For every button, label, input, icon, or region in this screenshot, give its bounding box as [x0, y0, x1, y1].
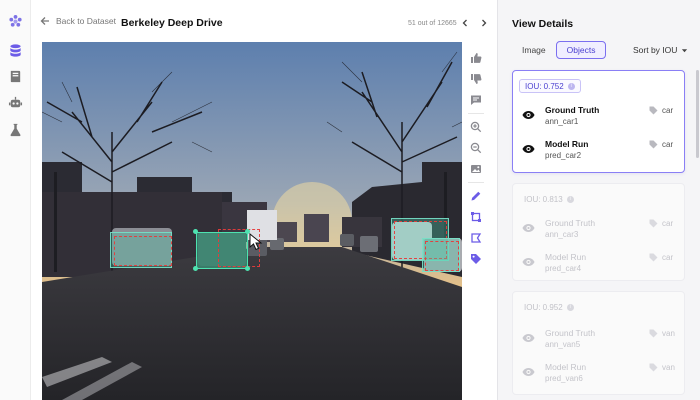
nav-rail [0, 0, 31, 400]
chevron-right-icon [482, 19, 487, 27]
prediction-id: pred_van6 [545, 374, 583, 383]
ground-truth-row[interactable]: Ground Truth ann_van5 van [522, 326, 682, 352]
robot-icon[interactable] [8, 95, 23, 110]
next-image-button[interactable] [478, 17, 490, 29]
tab-objects[interactable]: Objects [555, 41, 607, 59]
annotation-id: ann_van5 [545, 340, 581, 349]
tag-icon [649, 140, 658, 149]
annotation-id: ann_car1 [545, 117, 579, 126]
image-settings-icon[interactable] [469, 162, 482, 175]
dataset-title: Berkeley Deep Drive [121, 17, 223, 29]
ground-truth-row[interactable]: Ground Truth ann_car1 car [522, 103, 682, 129]
view-mode-tabs: Image Objects [512, 41, 607, 59]
prediction-id: pred_car4 [545, 264, 582, 273]
cursor-icon [249, 233, 263, 251]
class-label: car [662, 106, 674, 115]
iou-badge: IOU: 0.952 i [519, 300, 579, 314]
prediction-box[interactable] [425, 241, 459, 271]
ground-truth-row[interactable]: Ground Truth ann_car3 car [522, 216, 682, 242]
image-counter: 51 out of 12665 [408, 20, 457, 27]
eye-icon[interactable] [522, 330, 535, 342]
chevron-left-icon [462, 19, 467, 27]
iou-value: IOU: 0.752 [525, 81, 564, 91]
row-title: Ground Truth [545, 105, 600, 115]
polygon-icon[interactable] [469, 231, 482, 244]
database-icon[interactable] [8, 43, 23, 58]
model-run-row[interactable]: Model Run pred_car2 car [522, 137, 682, 163]
prediction-id: pred_car2 [545, 151, 582, 160]
sort-label: Sort by IOU [633, 45, 678, 55]
class-label: car [662, 219, 674, 228]
class-tag: car [649, 219, 673, 228]
class-tag: car [649, 140, 673, 149]
info-icon[interactable]: i [566, 195, 574, 203]
eye-icon[interactable] [522, 141, 535, 153]
resize-handle[interactable] [193, 229, 198, 234]
resize-handle[interactable] [245, 266, 250, 271]
class-tag: van [649, 329, 675, 338]
caret-down-icon [682, 48, 688, 52]
row-title: Ground Truth [545, 218, 596, 228]
prev-image-button[interactable] [459, 17, 471, 29]
annotation-id: ann_car3 [545, 230, 579, 239]
class-tag: van [649, 363, 675, 372]
tag-icon [649, 253, 658, 262]
tag-icon [649, 363, 658, 372]
arrow-left-icon [40, 17, 49, 25]
comment-icon[interactable] [469, 93, 482, 106]
eye-icon[interactable] [522, 254, 535, 266]
row-title: Ground Truth [545, 328, 596, 338]
thumbs-up-icon[interactable] [469, 51, 482, 64]
back-label: Back to Dataset [56, 16, 117, 26]
thumbs-down-icon[interactable] [469, 72, 482, 85]
sort-dropdown[interactable]: Sort by IOU [633, 45, 688, 55]
eye-icon[interactable] [522, 220, 535, 232]
class-label: van [662, 363, 675, 372]
flask-icon[interactable] [8, 122, 23, 137]
iou-value: IOU: 0.813 [524, 194, 563, 204]
class-label: car [662, 140, 674, 149]
object-match-card[interactable]: IOU: 0.752 i Ground Truth ann_car1 car M… [512, 70, 685, 173]
panel-scrollbar[interactable] [696, 70, 699, 158]
view-details-panel: View Details Image Objects Sort by IOU I… [497, 0, 700, 400]
annotation-toolbar [463, 42, 489, 400]
eye-icon[interactable] [522, 364, 535, 376]
zoom-out-icon[interactable] [469, 141, 482, 154]
model-run-row[interactable]: Model Run pred_van6 van [522, 360, 682, 386]
iou-badge: IOU: 0.752 i [519, 79, 581, 93]
tag-icon [649, 329, 658, 338]
iou-badge: IOU: 0.813 i [519, 192, 579, 206]
eye-icon[interactable] [522, 107, 535, 119]
zoom-in-icon[interactable] [469, 120, 482, 133]
info-icon[interactable]: i [566, 303, 574, 311]
class-label: van [662, 329, 675, 338]
image-viewport[interactable] [42, 42, 462, 400]
tag-icon [649, 219, 658, 228]
info-icon[interactable]: i [567, 82, 575, 90]
tag-icon [649, 106, 658, 115]
row-title: Model Run [545, 139, 589, 149]
model-run-row[interactable]: Model Run pred_car4 car [522, 250, 682, 276]
panel-title: View Details [512, 18, 574, 30]
tab-image[interactable]: Image [512, 41, 556, 59]
row-title: Model Run [545, 252, 587, 262]
prediction-box[interactable] [114, 236, 172, 266]
pencil-icon[interactable] [469, 189, 482, 202]
row-title: Model Run [545, 362, 587, 372]
tag-icon[interactable] [469, 252, 482, 265]
back-to-dataset-link[interactable]: Back to Dataset [40, 16, 116, 26]
toolbar-divider [468, 113, 484, 114]
toolbar-divider [468, 182, 484, 183]
resize-handle[interactable] [193, 266, 198, 271]
object-match-card[interactable]: IOU: 0.813 i Ground Truth ann_car3 car M… [512, 183, 685, 281]
class-label: car [662, 253, 674, 262]
iou-value: IOU: 0.952 [524, 302, 563, 312]
object-match-card[interactable]: IOU: 0.952 i Ground Truth ann_van5 van M… [512, 291, 685, 395]
logo-icon[interactable] [8, 14, 23, 29]
class-tag: car [649, 253, 673, 262]
book-icon[interactable] [8, 69, 23, 84]
class-tag: car [649, 106, 673, 115]
bounding-box-icon[interactable] [469, 210, 482, 223]
